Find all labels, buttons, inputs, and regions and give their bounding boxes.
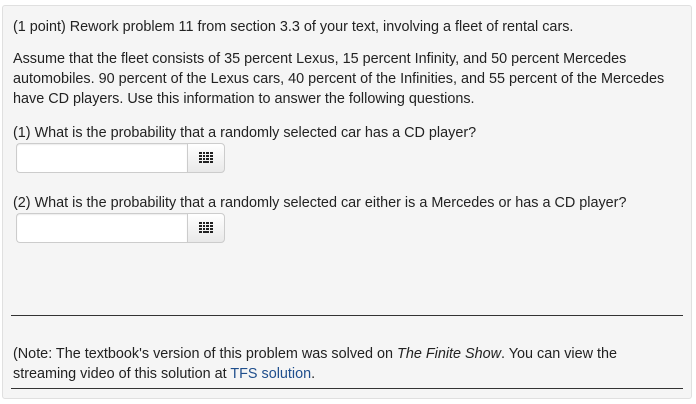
tfs-solution-link[interactable]: TFS solution [230,366,311,382]
answer-2-input[interactable] [16,213,187,243]
note-suffix: . [311,366,316,382]
keypad-grid-icon [199,152,213,163]
question-1-label: (1) What is the probability that a rando… [13,125,477,141]
divider-bottom [11,388,683,389]
note-prefix: (Note: The textbook's version of this pr… [13,346,398,362]
divider-top [11,315,683,316]
keypad-grid-icon [199,222,213,233]
note-show-title: The Finite Show [397,346,502,362]
answer-2-group [16,213,225,243]
answer-2-keypad-button[interactable] [187,213,225,243]
answer-1-group [16,143,225,173]
solution-note: (Note: The textbook's version of this pr… [13,344,681,384]
problem-intro: (1 point) Rework problem 11 from section… [13,19,574,35]
answer-1-keypad-button[interactable] [187,143,225,173]
problem-panel: (1 point) Rework problem 11 from section… [2,5,692,399]
answer-1-input[interactable] [16,143,187,173]
question-2-label: (2) What is the probability that a rando… [13,195,627,211]
problem-statement: Assume that the fleet consists of 35 per… [13,51,665,107]
